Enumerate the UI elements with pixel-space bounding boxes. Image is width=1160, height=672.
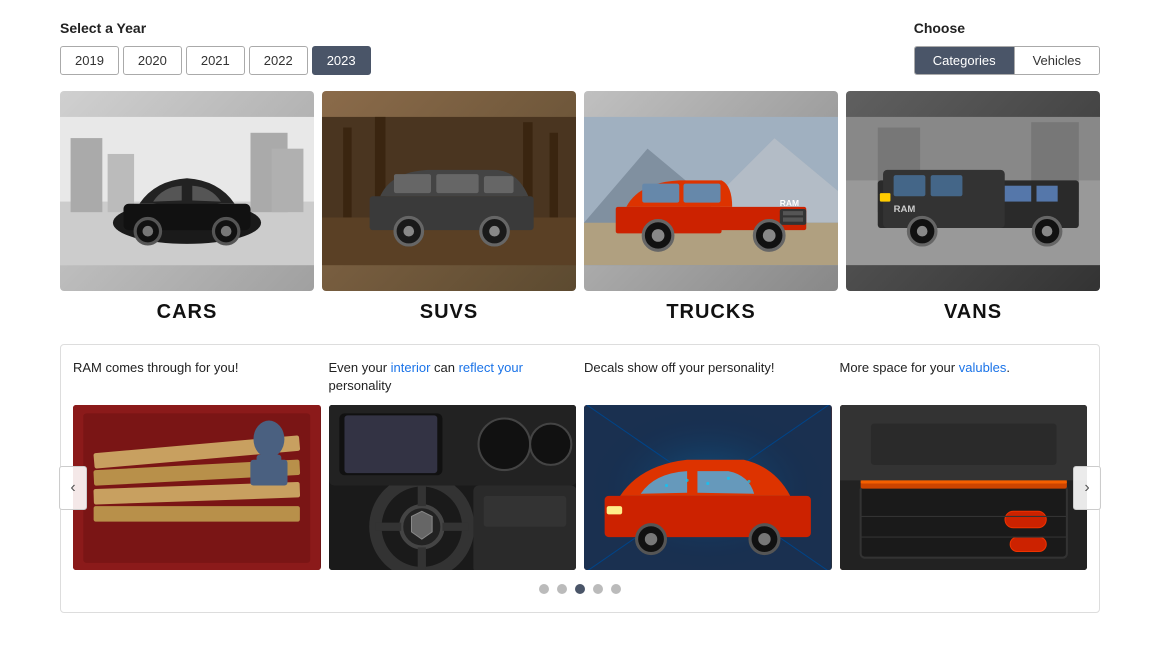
vehicle-card-vans[interactable]: RAM VANS [846, 91, 1100, 324]
choose-label: Choose [914, 20, 965, 36]
dots-row [73, 584, 1087, 594]
dot-3[interactable] [575, 584, 585, 594]
promo-text-3: Decals show off your personality! [584, 359, 832, 395]
year-btn-2019[interactable]: 2019 [60, 46, 119, 75]
svg-text:RAM: RAM [894, 204, 916, 215]
van-image: RAM [846, 91, 1100, 291]
promo-img-2 [329, 405, 577, 570]
prev-arrow-button[interactable]: ‹ [59, 466, 87, 510]
promo-images-wrapper: ‹ [73, 405, 1087, 570]
suv-image [322, 91, 576, 291]
promo-text-1: RAM comes through for you! [73, 359, 321, 395]
promo-img-1 [73, 405, 321, 570]
dot-4[interactable] [593, 584, 603, 594]
year-btn-2022[interactable]: 2022 [249, 46, 308, 75]
trucks-label: TRUCKS [666, 301, 755, 324]
promo-section: RAM comes through for you! Even your int… [60, 344, 1100, 613]
choose-buttons: Categories Vehicles [914, 46, 1100, 75]
promo-images [73, 405, 1087, 570]
vehicle-grid: CARS [60, 91, 1100, 324]
vans-label: VANS [944, 301, 1002, 324]
page-wrapper: Select a Year 2019 2020 2021 2022 2023 C… [0, 0, 1160, 633]
truck-image: RAM [584, 91, 838, 291]
promo-text-4: More space for your valubles. [840, 359, 1088, 395]
dot-1[interactable] [539, 584, 549, 594]
suvs-label: SUVS [420, 301, 478, 324]
select-year-label: Select a Year [60, 20, 371, 36]
header-row: Select a Year 2019 2020 2021 2022 2023 C… [60, 20, 1100, 75]
dot-5[interactable] [611, 584, 621, 594]
year-btn-2020[interactable]: 2020 [123, 46, 182, 75]
year-buttons: 2019 2020 2021 2022 2023 [60, 46, 371, 75]
vehicle-card-cars[interactable]: CARS [60, 91, 314, 324]
year-btn-2021[interactable]: 2021 [186, 46, 245, 75]
vehicle-card-suvs[interactable]: SUVS [322, 91, 576, 324]
vehicle-card-trucks[interactable]: RAM TRUCKS [584, 91, 838, 324]
categories-button[interactable]: Categories [915, 47, 1014, 74]
cars-label: CARS [157, 301, 218, 324]
vehicles-button[interactable]: Vehicles [1014, 47, 1099, 74]
promo-img-4 [840, 405, 1088, 570]
choose-section: Choose Categories Vehicles [914, 20, 1100, 75]
next-arrow-button[interactable]: › [1073, 466, 1101, 510]
car-image [60, 91, 314, 291]
year-btn-2023[interactable]: 2023 [312, 46, 371, 75]
promo-texts: RAM comes through for you! Even your int… [73, 359, 1087, 395]
year-selector: Select a Year 2019 2020 2021 2022 2023 [60, 20, 371, 75]
promo-img-3 [584, 405, 832, 570]
dot-2[interactable] [557, 584, 567, 594]
promo-text-2: Even your interior can reflect yourperso… [329, 359, 577, 395]
svg-text:RAM: RAM [780, 198, 799, 208]
